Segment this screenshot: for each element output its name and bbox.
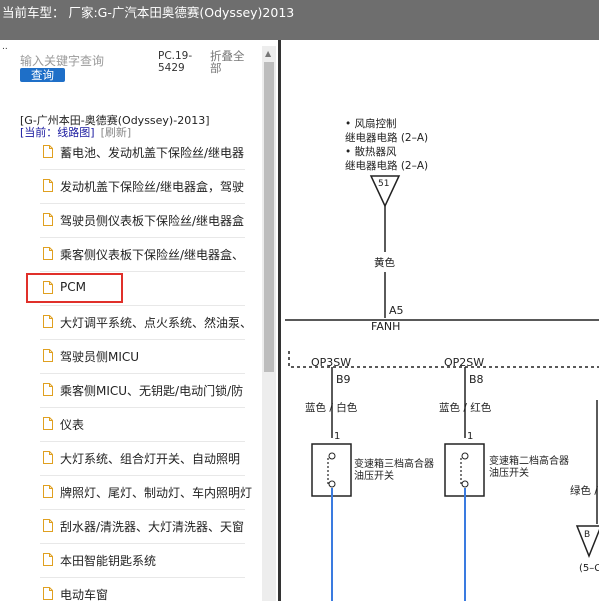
tree-item[interactable]: 蓄电池、发动机盖下保险丝/继电器 [40,135,245,170]
tree-item-label: 刮水器/清洗器、大灯清洗器、天窗 [60,520,245,534]
connector-51-label: 51 [378,179,389,189]
op2sw-label: OP2SW [444,356,484,369]
tree-item[interactable]: 本田智能钥匙系统 [40,543,245,578]
note-line: 继电器电路 (2–A) [345,159,428,172]
connector-b-label: B [584,530,590,540]
switch-3rd-terminal [328,452,336,460]
tree-item-label: 乘客侧仪表板下保险丝/继电器盒、 [60,248,245,262]
panel-marker: .. [2,42,8,52]
tree-item[interactable]: 电动车窗 [40,577,245,601]
tree-item[interactable]: 乘客侧仪表板下保险丝/继电器盒、 [40,237,245,272]
wire-blue-white-label: 蓝色 / 白色 [305,401,358,414]
pin-b9: B9 [336,373,351,386]
tree-item-label: 电动车窗 [60,588,109,601]
switch-3rd-label: 油压开关 [354,469,394,482]
tree-item-label: 乘客侧MICU、无钥匙/电动门锁/防 [60,384,244,398]
tree-item-label: 蓄电池、发动机盖下保险丝/继电器 [60,146,245,160]
document-icon [43,349,53,362]
tree-item-label: 发动机盖下保险丝/继电器盒，驾驶 [60,180,245,194]
tree-item-label: 驾驶员侧MICU [60,350,140,364]
pin-a5: A5 [389,304,404,317]
wire-blue-red-label: 蓝色 / 红色 [439,401,492,414]
document-icon [43,179,53,192]
switch-2nd-label: 油压开关 [489,466,529,479]
tree-item[interactable]: 大灯调平系统、点火系统、然油泵、 [40,305,252,340]
scroll-up-arrow-icon[interactable]: ▲ [265,49,271,58]
tree-item[interactable]: 刮水器/清洗器、大灯清洗器、天窗 [40,509,245,544]
switch-2nd-terminal [461,452,469,460]
tree-item[interactable]: 大灯系统、组合灯开关、自动照明 [40,441,245,476]
note-line: • 风扇控制 [345,117,397,130]
document-icon [43,553,53,566]
op3sw-label: OP3SW [311,356,351,369]
selected-item-highlight [26,273,123,303]
tree-item-label: 仪表 [60,418,85,432]
query-button[interactable]: 查询 [20,68,65,82]
pin-1-right: 1 [467,431,473,442]
tree-scrollbar[interactable]: ▲ [262,46,276,601]
document-icon [43,145,53,158]
wire-yellow-label: 黄色 [374,256,395,269]
switch-3rd-label: 变速箱三档高合器 [354,457,434,470]
fanh-label: FANH [371,320,400,333]
tree-item-label: 驾驶员侧仪表板下保险丝/继电器盒 [60,214,245,228]
document-icon [43,247,53,260]
note-line: 继电器电路 (2–A) [345,131,428,144]
tree-item[interactable]: 乘客侧MICU、无钥匙/电动门锁/防 [40,373,245,408]
tree-item-label: 大灯调平系统、点火系统、然油泵、 [60,316,253,330]
wiring-diagram: • 风扇控制 继电器电路 (2–A) • 散热器风 继电器电路 (2–A) 51… [278,40,599,601]
wire-green-label: 绿色 / [570,484,598,497]
document-icon [43,315,53,328]
tree-item[interactable]: 仪表 [40,407,245,442]
title-bar: 当前车型： 厂家:G-广汽本田奥德赛(Odyssey)2013 [0,0,599,40]
tree-item[interactable]: 发动机盖下保险丝/继电器盒，驾驶 [40,169,245,204]
document-icon [43,485,53,498]
tree-item[interactable]: 牌照灯、尾灯、制动灯、车内照明灯 [40,475,252,510]
tree-panel: .. 输入关键字查询 查询 PC.19-5429 折叠全部 [G-广州本田-奥德… [0,40,278,601]
collapse-all-link[interactable]: 折叠全部 [210,50,250,74]
document-icon [43,213,53,226]
tree-item-label: 本田智能钥匙系统 [60,554,157,568]
document-icon [43,519,53,532]
search-input[interactable]: 输入关键字查询 [20,52,104,69]
switch-2nd-label: 变速箱二档高合器 [489,454,569,467]
partial-ref-label: (5–C [579,563,599,574]
pin-1-left: 1 [334,431,340,442]
document-icon [43,417,53,430]
pin-b8: B8 [469,373,484,386]
tree-item-label: 牌照灯、尾灯、制动灯、车内照明灯 [60,486,253,500]
document-icon [43,587,53,600]
switch-3rd-terminal [328,480,336,488]
note-line: • 散热器风 [345,145,397,158]
version-label: PC.19-5429 [158,50,193,74]
tree-item-label: 大灯系统、组合灯开关、自动照明 [60,452,241,466]
tree-item[interactable]: 驾驶员侧仪表板下保险丝/继电器盒 [40,203,245,238]
switch-2nd-terminal [461,480,469,488]
vehicle-title: 当前车型： 厂家:G-广汽本田奥德赛(Odyssey)2013 [2,5,295,20]
tree-item[interactable]: 驾驶员侧MICU [40,339,245,374]
scrollbar-thumb[interactable] [264,62,274,372]
document-icon [43,451,53,464]
document-icon [43,383,53,396]
